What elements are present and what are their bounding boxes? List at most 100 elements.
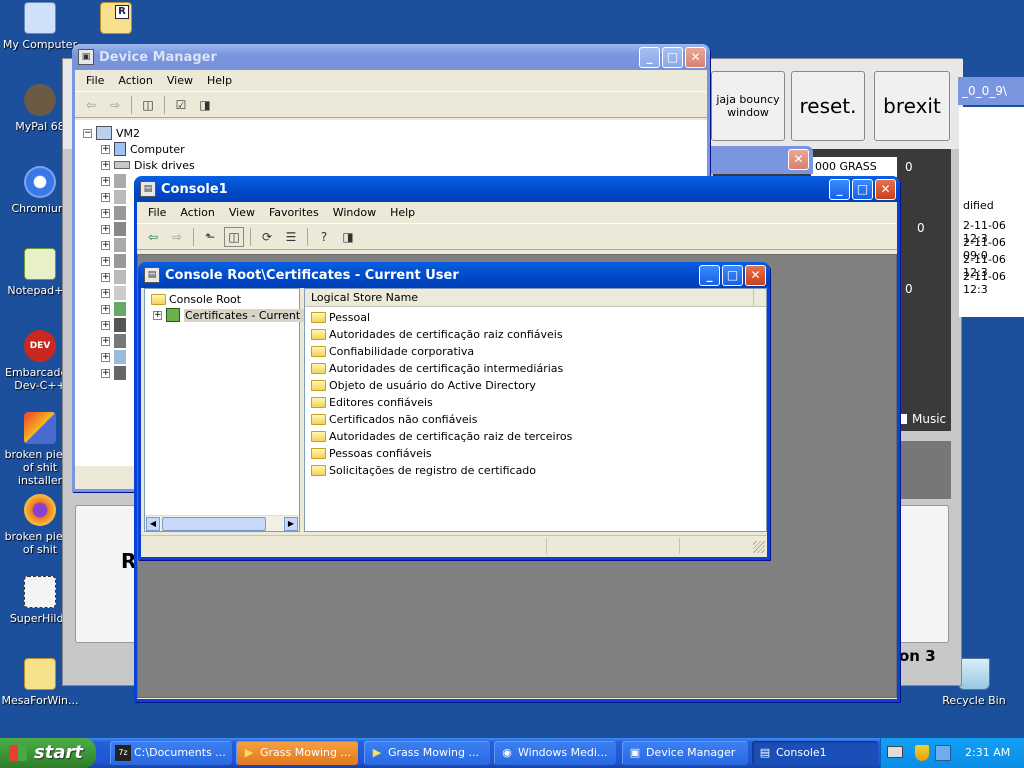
close-button[interactable]: ✕ xyxy=(685,47,706,68)
column-header[interactable]: Logical Store Name xyxy=(305,289,753,307)
resize-grip-icon[interactable] xyxy=(753,541,765,553)
help-icon[interactable]: ◨ xyxy=(195,95,215,115)
show-hide-tree-icon[interactable]: ◫ xyxy=(138,95,158,115)
list-item[interactable]: Pessoal xyxy=(311,309,370,326)
store-list-pane: Logical Store Name Pessoal Autoridades d… xyxy=(304,288,767,532)
properties-icon[interactable]: ☑ xyxy=(171,95,191,115)
maximize-button[interactable]: □ xyxy=(662,47,683,68)
tree-item[interactable]: + xyxy=(101,221,130,237)
help-icon[interactable]: ? xyxy=(314,227,334,247)
maximize-button[interactable]: □ xyxy=(722,265,743,286)
back-arrow-icon[interactable]: ⇦ xyxy=(81,95,101,115)
taskbar-button-console1[interactable]: ▤ Console1 xyxy=(752,741,878,765)
menu-help[interactable]: Help xyxy=(200,74,239,87)
tree-item[interactable]: + xyxy=(101,285,130,301)
keyboard-icon[interactable] xyxy=(887,746,903,758)
maximize-button[interactable]: □ xyxy=(852,179,873,200)
close-button[interactable]: ✕ xyxy=(788,149,809,170)
taskbar-button-7zip[interactable]: 7z C:\Documents ... xyxy=(110,741,232,765)
tree-item-console-root[interactable]: Console Root xyxy=(151,291,241,307)
tree-item[interactable]: + xyxy=(101,301,130,317)
list-item[interactable]: Autoridades de certificação raiz de terc… xyxy=(311,428,572,445)
tree-item[interactable]: + xyxy=(101,253,130,269)
list-item[interactable]: Objeto de usuário do Active Directory xyxy=(311,377,536,394)
certificates-titlebar[interactable]: ▤ Console Root\Certificates - Current Us… xyxy=(138,262,770,288)
list-item[interactable]: Confiabilidade corporativa xyxy=(311,343,474,360)
menu-window[interactable]: Window xyxy=(326,206,383,219)
list-item[interactable]: Autoridades de certificação intermediári… xyxy=(311,360,563,377)
menu-action[interactable]: Action xyxy=(173,206,221,219)
column-header-divider[interactable] xyxy=(753,289,766,307)
folder-icon xyxy=(311,397,326,408)
music-checkbox[interactable]: Music xyxy=(897,412,946,426)
folder-shortcut-icon: R xyxy=(100,2,132,34)
jaja-bouncy-window-button[interactable]: jaja bouncy window xyxy=(711,71,785,141)
menu-view[interactable]: View xyxy=(222,206,262,219)
tree-item[interactable]: + xyxy=(101,365,130,381)
start-button[interactable]: start xyxy=(0,738,96,768)
security-shield-icon[interactable] xyxy=(915,745,929,761)
minimize-button[interactable]: _ xyxy=(639,47,660,68)
taskbar-button-device-manager[interactable]: ▣ Device Manager xyxy=(622,741,748,765)
tree-item[interactable]: + xyxy=(101,349,130,365)
list-item[interactable]: Pessoas confiáveis xyxy=(311,445,432,462)
menu-action[interactable]: Action xyxy=(111,74,159,87)
back-arrow-icon[interactable]: ⇦ xyxy=(143,227,163,247)
network-icon[interactable] xyxy=(935,745,951,761)
menu-file[interactable]: File xyxy=(79,74,111,87)
folder-icon xyxy=(311,346,326,357)
clock[interactable]: 2:31 AM xyxy=(965,738,1010,768)
tree-item[interactable]: + xyxy=(101,269,130,285)
list-item[interactable]: Autoridades de certificação raiz confiáv… xyxy=(311,326,563,343)
refresh-icon[interactable]: ⟳ xyxy=(257,227,277,247)
desktop-icon-my-computer[interactable]: My Computer xyxy=(0,2,80,51)
tree-root[interactable]: − VM2 xyxy=(83,125,140,141)
taskbar-button-grass-mowing-1[interactable]: ▶ Grass Mowing ... xyxy=(236,741,358,765)
folder-icon xyxy=(311,431,326,442)
show-action-pane-icon[interactable]: ◨ xyxy=(338,227,358,247)
close-button[interactable]: ✕ xyxy=(875,179,896,200)
window-title: Console1 xyxy=(161,181,228,197)
toolbar-separator xyxy=(307,227,308,246)
taskbar-button-grass-mowing-2[interactable]: ▶ Grass Mowing ... xyxy=(364,741,490,765)
menu-help[interactable]: Help xyxy=(383,206,422,219)
scroll-right-arrow[interactable]: ▶ xyxy=(284,517,298,531)
tree-item[interactable]: + xyxy=(101,189,130,205)
horizontal-scrollbar[interactable]: ◀ ▶ xyxy=(145,515,299,531)
minimize-button[interactable]: _ xyxy=(699,265,720,286)
list-item[interactable]: Editores confiáveis xyxy=(311,394,433,411)
tree-item[interactable]: + xyxy=(101,237,130,253)
menu-favorites[interactable]: Favorites xyxy=(262,206,326,219)
device-manager-titlebar[interactable]: ▣ Device Manager _ □ ✕ xyxy=(72,44,710,70)
scrollbar-thumb[interactable] xyxy=(162,517,266,531)
console1-titlebar[interactable]: ▤ Console1 _ □ ✕ xyxy=(134,176,900,202)
list-item[interactable]: Certificados não confiáveis xyxy=(311,411,477,428)
menu-file[interactable]: File xyxy=(141,206,173,219)
show-hide-tree-icon[interactable]: ◫ xyxy=(224,226,244,247)
inactive-small-window: ✕ xyxy=(705,146,813,174)
tree-item[interactable]: + xyxy=(101,205,130,221)
reset-button[interactable]: reset. xyxy=(791,71,865,141)
list-item[interactable]: Solicitações de registro de certificado xyxy=(311,462,536,479)
menu-view[interactable]: View xyxy=(160,74,200,87)
forward-arrow-icon[interactable]: ⇨ xyxy=(105,95,125,115)
tree-item[interactable]: + xyxy=(101,333,130,349)
tree-item-certificates[interactable]: + Certificates - Current U xyxy=(153,307,313,323)
tree-item-disk-drives[interactable]: + Disk drives xyxy=(101,157,195,173)
export-list-icon[interactable]: ☰ xyxy=(281,227,301,247)
taskbar-button-windows-media[interactable]: ◉ Windows Medi... xyxy=(494,741,616,765)
minimize-button[interactable]: _ xyxy=(829,179,850,200)
desktop-icon-folder-r[interactable]: R xyxy=(76,2,156,38)
firefox-icon xyxy=(24,494,56,526)
forward-arrow-icon[interactable]: ⇨ xyxy=(167,227,187,247)
raccoon-icon xyxy=(24,84,56,116)
scroll-left-arrow[interactable]: ◀ xyxy=(146,517,160,531)
tree-item[interactable]: + xyxy=(101,173,130,189)
play-icon: ▶ xyxy=(372,746,382,759)
brexit-button[interactable]: brexit xyxy=(874,71,950,141)
device-icon xyxy=(114,206,126,220)
tree-item-computer[interactable]: + Computer xyxy=(101,141,185,157)
up-folder-icon[interactable]: ⬑ xyxy=(200,227,220,247)
tree-item[interactable]: + xyxy=(101,317,130,333)
close-button[interactable]: ✕ xyxy=(745,265,766,286)
